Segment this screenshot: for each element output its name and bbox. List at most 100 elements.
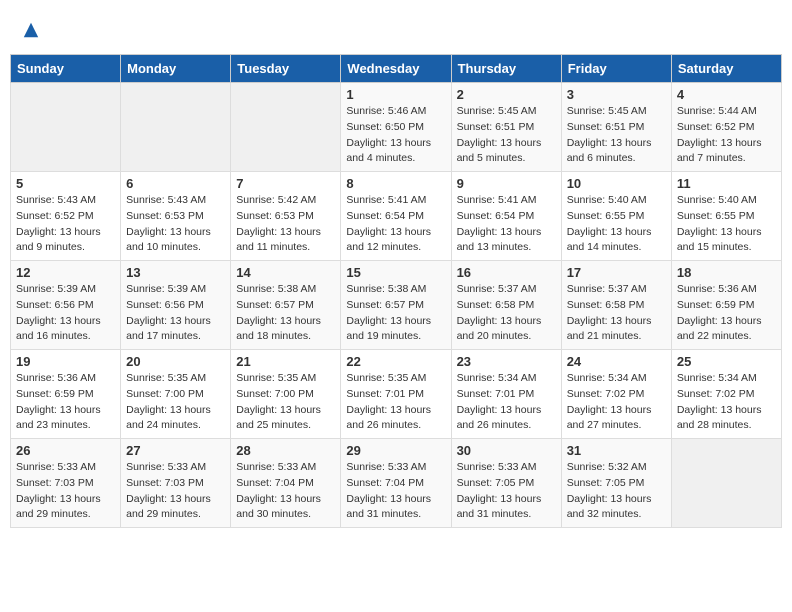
- day-number: 27: [126, 443, 225, 458]
- day-number: 19: [16, 354, 115, 369]
- calendar-cell: 11 Sunrise: 5:40 AMSunset: 6:55 PMDayligh…: [671, 172, 781, 261]
- calendar-cell: [671, 439, 781, 528]
- page-header: [10, 10, 782, 49]
- day-info: Sunrise: 5:32 AMSunset: 7:05 PMDaylight:…: [567, 460, 666, 523]
- weekday-header-thursday: Thursday: [451, 55, 561, 83]
- day-info: Sunrise: 5:34 AMSunset: 7:02 PMDaylight:…: [567, 371, 666, 434]
- calendar-week-row: 5 Sunrise: 5:43 AMSunset: 6:52 PMDaylight…: [11, 172, 782, 261]
- day-info: Sunrise: 5:38 AMSunset: 6:57 PMDaylight:…: [346, 282, 445, 345]
- day-info: Sunrise: 5:35 AMSunset: 7:01 PMDaylight:…: [346, 371, 445, 434]
- day-info: Sunrise: 5:40 AMSunset: 6:55 PMDaylight:…: [677, 193, 776, 256]
- calendar-cell: [121, 83, 231, 172]
- calendar-cell: 29 Sunrise: 5:33 AMSunset: 7:04 PMDayligh…: [341, 439, 451, 528]
- calendar-cell: [11, 83, 121, 172]
- day-number: 11: [677, 176, 776, 191]
- logo: [20, 20, 40, 44]
- day-number: 25: [677, 354, 776, 369]
- day-info: Sunrise: 5:40 AMSunset: 6:55 PMDaylight:…: [567, 193, 666, 256]
- calendar-cell: 17Sunrise: 5:37 AMSunset: 6:58 PMDayligh…: [561, 261, 671, 350]
- calendar-cell: 7Sunrise: 5:42 AMSunset: 6:53 PMDaylight…: [231, 172, 341, 261]
- day-number: 18: [677, 265, 776, 280]
- weekday-header-sunday: Sunday: [11, 55, 121, 83]
- day-info: Sunrise: 5:39 AMSunset: 6:56 PMDaylight:…: [126, 282, 225, 345]
- day-info: Sunrise: 5:34 AMSunset: 7:01 PMDaylight:…: [457, 371, 556, 434]
- day-info: Sunrise: 5:36 AMSunset: 6:59 PMDaylight:…: [16, 371, 115, 434]
- day-number: 6: [126, 176, 225, 191]
- day-number: 14: [236, 265, 335, 280]
- calendar-cell: 2Sunrise: 5:45 AMSunset: 6:51 PMDaylight…: [451, 83, 561, 172]
- day-number: 2: [457, 87, 556, 102]
- weekday-header-monday: Monday: [121, 55, 231, 83]
- day-number: 26: [16, 443, 115, 458]
- day-number: 21: [236, 354, 335, 369]
- day-info: Sunrise: 5:35 AMSunset: 7:00 PMDaylight:…: [126, 371, 225, 434]
- calendar-cell: 26 Sunrise: 5:33 AMSunset: 7:03 PMDayligh…: [11, 439, 121, 528]
- day-info: Sunrise: 5:33 AMSunset: 7:05 PMDaylight:…: [457, 460, 556, 523]
- calendar-cell: 4 Sunrise: 5:44 AMSunset: 6:52 PMDaylight…: [671, 83, 781, 172]
- calendar-week-row: 12 Sunrise: 5:39 AMSunset: 6:56 PMDayligh…: [11, 261, 782, 350]
- calendar-week-row: 1 Sunrise: 5:46 AMSunset: 6:50 PMDaylight…: [11, 83, 782, 172]
- day-info: Sunrise: 5:33 AMSunset: 7:04 PMDaylight:…: [236, 460, 335, 523]
- day-info: Sunrise: 5:39 AMSunset: 6:56 PMDaylight:…: [16, 282, 115, 345]
- day-info: Sunrise: 5:37 AMSunset: 6:58 PMDaylight:…: [567, 282, 666, 345]
- calendar-cell: [231, 83, 341, 172]
- day-info: Sunrise: 5:33 AMSunset: 7:04 PMDaylight:…: [346, 460, 445, 523]
- day-number: 13: [126, 265, 225, 280]
- day-info: Sunrise: 5:43 AMSunset: 6:53 PMDaylight:…: [126, 193, 225, 256]
- weekday-header-tuesday: Tuesday: [231, 55, 341, 83]
- calendar-week-row: 19 Sunrise: 5:36 AMSunset: 6:59 PMDayligh…: [11, 350, 782, 439]
- logo-icon: [22, 21, 40, 39]
- calendar-cell: 14Sunrise: 5:38 AMSunset: 6:57 PMDayligh…: [231, 261, 341, 350]
- day-info: Sunrise: 5:41 AMSunset: 6:54 PMDaylight:…: [457, 193, 556, 256]
- calendar-cell: 23Sunrise: 5:34 AMSunset: 7:01 PMDayligh…: [451, 350, 561, 439]
- day-number: 16: [457, 265, 556, 280]
- calendar-cell: 12 Sunrise: 5:39 AMSunset: 6:56 PMDayligh…: [11, 261, 121, 350]
- day-number: 4: [677, 87, 776, 102]
- day-info: Sunrise: 5:44 AMSunset: 6:52 PMDaylight:…: [677, 104, 776, 167]
- day-info: Sunrise: 5:37 AMSunset: 6:58 PMDaylight:…: [457, 282, 556, 345]
- day-info: Sunrise: 5:34 AMSunset: 7:02 PMDaylight:…: [677, 371, 776, 434]
- calendar-cell: 19 Sunrise: 5:36 AMSunset: 6:59 PMDayligh…: [11, 350, 121, 439]
- day-number: 5: [16, 176, 115, 191]
- day-info: Sunrise: 5:43 AMSunset: 6:52 PMDaylight:…: [16, 193, 115, 256]
- day-number: 12: [16, 265, 115, 280]
- day-number: 29: [346, 443, 445, 458]
- weekday-header-friday: Friday: [561, 55, 671, 83]
- calendar-cell: 10 Sunrise: 5:40 AMSunset: 6:55 PMDayligh…: [561, 172, 671, 261]
- calendar-cell: 27 Sunrise: 5:33 AMSunset: 7:03 PMDayligh…: [121, 439, 231, 528]
- calendar-cell: 31 Sunrise: 5:32 AMSunset: 7:05 PMDayligh…: [561, 439, 671, 528]
- day-info: Sunrise: 5:36 AMSunset: 6:59 PMDaylight:…: [677, 282, 776, 345]
- day-info: Sunrise: 5:33 AMSunset: 7:03 PMDaylight:…: [126, 460, 225, 523]
- day-number: 22: [346, 354, 445, 369]
- weekday-header-saturday: Saturday: [671, 55, 781, 83]
- calendar-cell: 15Sunrise: 5:38 AMSunset: 6:57 PMDayligh…: [341, 261, 451, 350]
- day-info: Sunrise: 5:46 AMSunset: 6:50 PMDaylight:…: [346, 104, 445, 167]
- calendar-cell: 25 Sunrise: 5:34 AMSunset: 7:02 PMDayligh…: [671, 350, 781, 439]
- calendar-cell: 20 Sunrise: 5:35 AMSunset: 7:00 PMDayligh…: [121, 350, 231, 439]
- calendar-cell: 18 Sunrise: 5:36 AMSunset: 6:59 PMDayligh…: [671, 261, 781, 350]
- day-info: Sunrise: 5:33 AMSunset: 7:03 PMDaylight:…: [16, 460, 115, 523]
- day-info: Sunrise: 5:35 AMSunset: 7:00 PMDaylight:…: [236, 371, 335, 434]
- day-number: 10: [567, 176, 666, 191]
- day-number: 31: [567, 443, 666, 458]
- day-number: 8: [346, 176, 445, 191]
- calendar-cell: 9 Sunrise: 5:41 AMSunset: 6:54 PMDaylight…: [451, 172, 561, 261]
- calendar-table: SundayMondayTuesdayWednesdayThursdayFrid…: [10, 54, 782, 528]
- calendar-cell: 6 Sunrise: 5:43 AMSunset: 6:53 PMDaylight…: [121, 172, 231, 261]
- calendar-cell: 13 Sunrise: 5:39 AMSunset: 6:56 PMDayligh…: [121, 261, 231, 350]
- calendar-cell: 28Sunrise: 5:33 AMSunset: 7:04 PMDayligh…: [231, 439, 341, 528]
- calendar-week-row: 26 Sunrise: 5:33 AMSunset: 7:03 PMDayligh…: [11, 439, 782, 528]
- weekday-header-wednesday: Wednesday: [341, 55, 451, 83]
- day-number: 7: [236, 176, 335, 191]
- day-number: 20: [126, 354, 225, 369]
- calendar-cell: 8 Sunrise: 5:41 AMSunset: 6:54 PMDaylight…: [341, 172, 451, 261]
- day-info: Sunrise: 5:41 AMSunset: 6:54 PMDaylight:…: [346, 193, 445, 256]
- calendar-cell: 3Sunrise: 5:45 AMSunset: 6:51 PMDaylight…: [561, 83, 671, 172]
- day-number: 9: [457, 176, 556, 191]
- calendar-cell: 21 Sunrise: 5:35 AMSunset: 7:00 PMDayligh…: [231, 350, 341, 439]
- calendar-cell: 16 Sunrise: 5:37 AMSunset: 6:58 PMDayligh…: [451, 261, 561, 350]
- calendar-cell: 22 Sunrise: 5:35 AMSunset: 7:01 PMDayligh…: [341, 350, 451, 439]
- day-number: 3: [567, 87, 666, 102]
- day-number: 30: [457, 443, 556, 458]
- day-number: 1: [346, 87, 445, 102]
